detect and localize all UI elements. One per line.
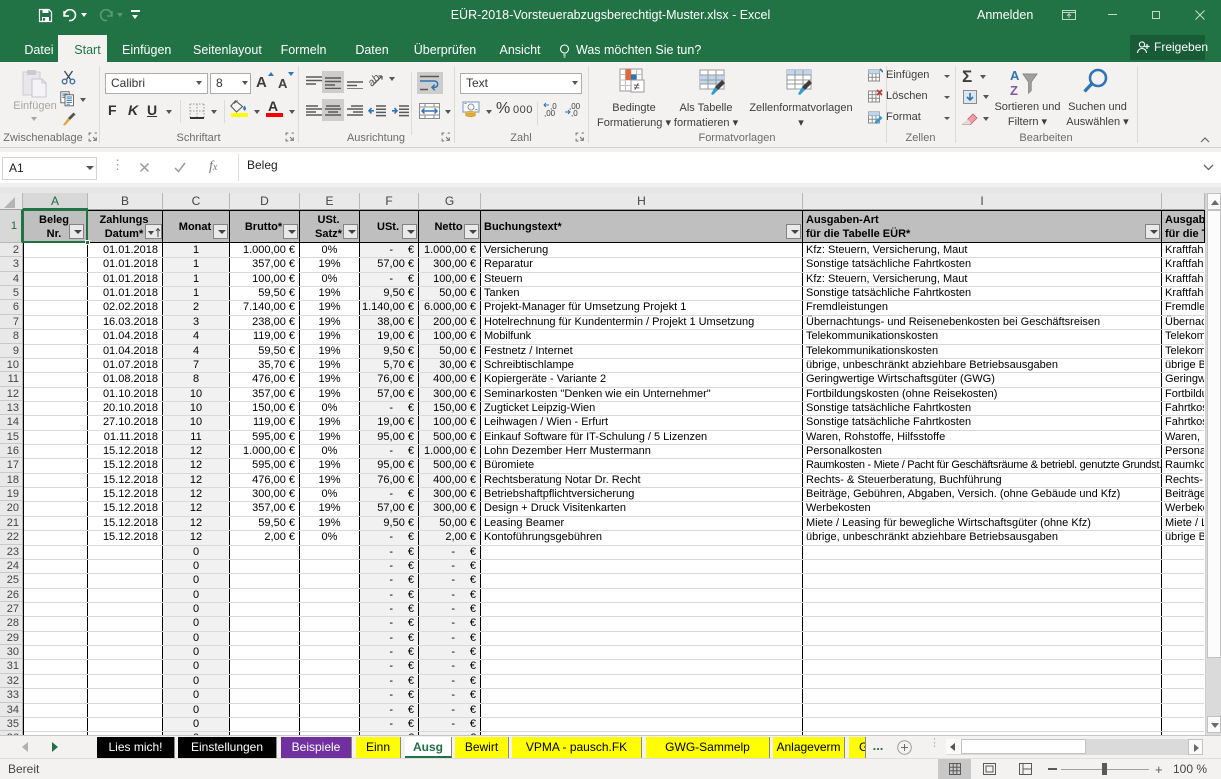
svg-text:,0: ,0 (571, 109, 578, 117)
svg-text:ab: ab (369, 72, 383, 88)
svg-text:,00: ,00 (544, 109, 556, 117)
svg-text:≠: ≠ (634, 81, 640, 93)
svg-text:A: A (1010, 68, 1020, 83)
svg-text:Z: Z (1010, 83, 1018, 98)
